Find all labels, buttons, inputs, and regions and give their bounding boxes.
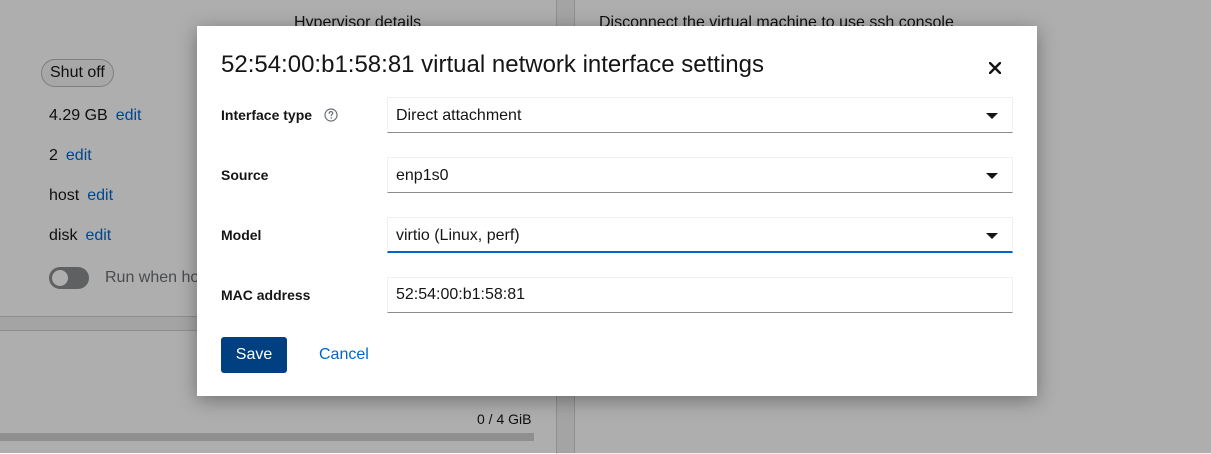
interface-type-label-group: Interface type [221, 97, 338, 133]
source-select[interactable]: enp1s0 [387, 157, 1013, 193]
save-button[interactable]: Save [221, 337, 287, 373]
cancel-button[interactable]: Cancel [307, 337, 381, 373]
network-interface-settings-dialog: 52:54:00:b1:58:81 virtual network interf… [197, 26, 1037, 396]
source-label: Source [221, 167, 269, 183]
dialog-title: 52:54:00:b1:58:81 virtual network interf… [221, 51, 764, 78]
interface-type-value: Direct attachment [396, 107, 522, 124]
interface-type-row: Interface type Direct attachment [221, 97, 1013, 133]
help-icon[interactable] [324, 108, 338, 122]
model-row: Model virtio (Linux, perf) [221, 217, 1013, 253]
caret-down-icon [986, 233, 998, 239]
caret-down-icon [986, 173, 998, 179]
mac-address-row: MAC address [221, 277, 1013, 313]
source-value: enp1s0 [396, 167, 449, 184]
caret-down-icon [986, 113, 998, 119]
source-row: Source enp1s0 [221, 157, 1013, 193]
interface-type-label: Interface type [221, 107, 313, 123]
mac-address-label: MAC address [221, 287, 311, 303]
model-select[interactable]: virtio (Linux, perf) [387, 217, 1013, 253]
close-button[interactable] [983, 56, 1007, 80]
mac-address-input[interactable] [387, 277, 1013, 313]
interface-type-select[interactable]: Direct attachment [387, 97, 1013, 133]
model-value: virtio (Linux, perf) [396, 227, 520, 244]
model-label: Model [221, 227, 262, 243]
close-icon [989, 62, 1001, 74]
